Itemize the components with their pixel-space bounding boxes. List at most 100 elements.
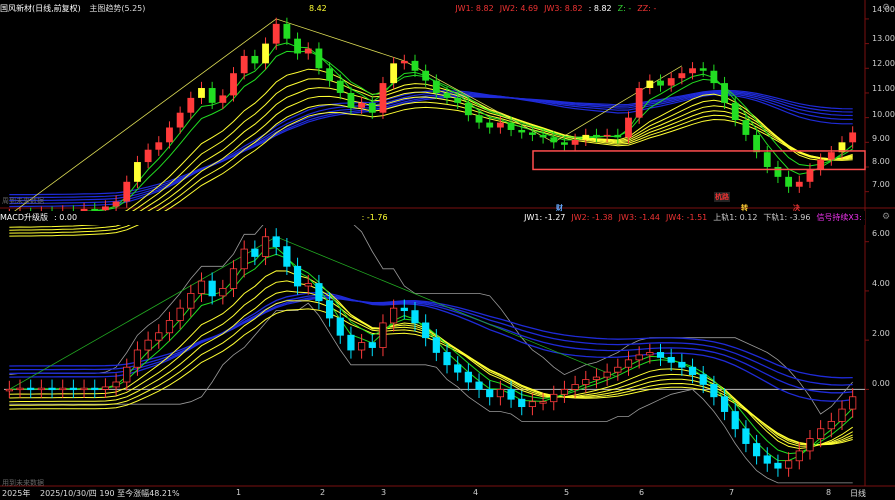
macd-candle-body [80,387,88,391]
candle-body [251,55,259,64]
macd-candle-body [550,393,558,403]
macd-y-axis-label: 4.00 [872,279,890,288]
candle-body [336,80,344,93]
candle-body [625,117,632,138]
macd-candle-body [432,337,440,353]
macd-indicator-name[interactable]: MACD升级版 [0,213,48,222]
candle-body [230,73,237,96]
macd-candle-body [240,248,248,270]
macd-candle-body [336,317,344,336]
macd-candle-body [656,352,665,358]
macd-candle-body [763,455,771,464]
macd-candle-body [422,322,430,339]
macd-candle-body [133,349,142,368]
candle-body [614,134,622,138]
candle-body [774,166,782,177]
macd-candle-body [795,450,803,462]
y-axis-label: 12.00 [872,59,895,68]
event-tag[interactable]: 转 [741,203,748,213]
jw-value-2: JW3: 8.82 [544,4,583,13]
candle-body [678,73,686,79]
event-tag[interactable]: 决 [793,203,800,213]
stock-name[interactable]: 国风新材(日线,前复权) [0,4,81,13]
macd-candle-body [37,387,45,391]
jw-value-1: JW2: 4.69 [499,4,539,13]
macd-candle-body [454,364,462,373]
candle-body [368,102,376,113]
macd-yellow-line [9,308,853,446]
period-label[interactable]: 日线 [850,488,866,499]
candle-body [593,134,600,137]
candle-body [187,97,195,113]
candle-body [496,122,504,128]
candle-body [603,134,611,137]
y-axis-label: 7.00 [872,180,890,189]
macd-candle-body [101,386,110,390]
macd-candle-body [208,280,216,297]
watermark: 用到未来数据 [2,479,44,487]
macd-candle-body [27,387,35,391]
macd-candle-body [710,384,718,398]
macd-candle-body [368,342,376,348]
stock-chart [0,0,895,487]
candle-body [827,152,835,160]
candle-body [710,70,718,84]
macd-value-1: JW2: -1.38 [571,213,613,222]
macd-candle-body [411,310,419,324]
macd-candle-body [325,300,334,319]
candle-body [144,149,152,163]
candle-body [667,78,675,86]
y-axis-label: 10.00 [872,110,895,119]
event-tag[interactable]: 财 [556,203,563,213]
macd-candle-body [187,292,195,309]
macd-candle-body [614,366,622,373]
date-info: 2025/10/30/四 190 至今涨幅48.21% [40,489,180,498]
macd-candle-body [197,280,206,294]
candle-body [561,142,568,145]
candle-body [240,55,248,74]
macd-candle-body [688,366,697,376]
macd-blue-line [9,294,853,394]
candle-body [326,68,334,81]
macd-candle-body [112,381,120,388]
candle-body [272,23,280,44]
upper-band-line [9,221,854,415]
indicator-name[interactable]: 主图趋势(5.25) [89,4,145,13]
macd-candle-body [464,371,472,383]
candle-body [432,80,440,93]
candle-body [422,70,430,81]
macd-blue-line [9,292,853,402]
candle-body [134,162,141,182]
candle-body [785,176,793,187]
macd-candle-body [582,379,590,385]
candle-body [689,68,696,74]
yellow-average-line [9,87,853,228]
macd-value-4: 上轨1: 0.12 [713,213,758,222]
candle-body [582,134,590,140]
macd-candle-body [731,411,739,430]
macd-candle-body [165,320,174,334]
jw-value-0: JW1: 8.82 [455,4,494,13]
macd-candle-body [261,236,270,257]
macd-trend-line [9,236,618,390]
macd-candle-body [785,460,793,469]
macd-candle-body [742,428,750,444]
candle-body [528,132,536,135]
x-axis-label: 2 [320,488,326,497]
candle-body [753,134,761,153]
candle-body [486,122,494,128]
macd-value-6: 信号持续X3: 31.00 [816,213,865,222]
macd-candle-body [806,438,814,452]
candle-body [657,80,664,86]
candle-body [817,159,825,170]
settings-icon[interactable]: ⚙ [882,212,890,222]
macd-candle-body [635,354,643,361]
candle-body [475,115,483,123]
macd-value-0: JW1: -1.27 [524,213,566,222]
event-tag[interactable]: 杭路 [714,192,730,202]
candle-body [464,102,472,116]
candle-body [411,60,419,71]
candle-body [347,92,355,108]
x-axis-label: 6 [639,488,645,497]
candle-body [646,80,654,89]
